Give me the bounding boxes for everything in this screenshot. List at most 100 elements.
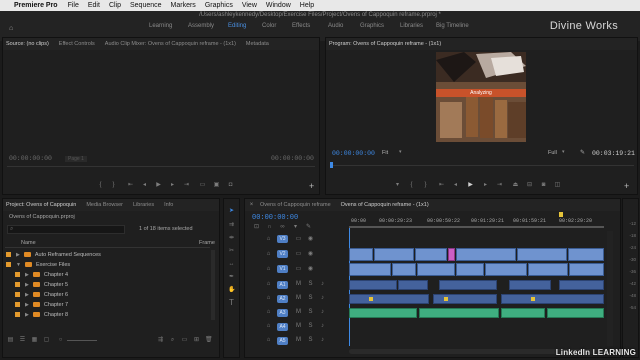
audio-clip[interactable] bbox=[398, 280, 428, 290]
tab-audio-clip-mixer[interactable]: Audio Clip Mixer: Ovens of Cappoquin ref… bbox=[105, 41, 236, 47]
step-back-icon[interactable]: ◂ bbox=[141, 182, 148, 189]
lock-icon[interactable]: ⌂ bbox=[265, 236, 272, 243]
quality-select[interactable]: Full bbox=[548, 150, 557, 156]
sequence-marker[interactable] bbox=[559, 212, 563, 217]
list-item[interactable]: ▶ Auto Reframed Sequences bbox=[6, 250, 211, 259]
audio-clip[interactable] bbox=[509, 280, 551, 290]
solo-icon[interactable]: S bbox=[307, 337, 314, 344]
source-scrub-bar[interactable] bbox=[7, 166, 315, 167]
track-header-v1[interactable]: ⌂ V1 ▭ ◉ bbox=[265, 263, 349, 276]
audio-clip[interactable] bbox=[433, 294, 497, 304]
menu-graphics[interactable]: Graphics bbox=[205, 2, 233, 9]
camera-icon[interactable]: ◙ bbox=[540, 182, 547, 189]
play-icon[interactable]: ▶ bbox=[155, 182, 162, 189]
linked-selection-icon[interactable]: ∞ bbox=[279, 224, 286, 231]
track-header-v3[interactable]: ⌂ V3 ▭ ◉ bbox=[265, 233, 349, 246]
eye-icon[interactable]: ◉ bbox=[307, 236, 314, 243]
workspace-libraries[interactable]: Libraries bbox=[400, 23, 423, 35]
mute-icon[interactable]: M bbox=[295, 295, 302, 302]
track-select-tool-icon[interactable]: ⇉ bbox=[228, 222, 235, 229]
icon-view-icon[interactable]: ▦ bbox=[31, 337, 38, 344]
go-to-out-icon[interactable]: ⇥ bbox=[183, 182, 190, 189]
go-to-in-icon[interactable]: ⇤ bbox=[127, 182, 134, 189]
list-item[interactable]: ▶ Chapter 6 bbox=[6, 290, 211, 299]
video-clip[interactable] bbox=[415, 248, 447, 261]
zoom-slider-icon[interactable]: ○ bbox=[57, 337, 64, 344]
tab-project[interactable]: Project: Ovens of Cappoquin bbox=[6, 202, 76, 208]
menu-clip[interactable]: Clip bbox=[109, 2, 121, 9]
tab-info[interactable]: Info bbox=[164, 202, 173, 208]
workspace-big-timeline[interactable]: Big Timeline bbox=[436, 23, 469, 35]
program-video-frame[interactable]: Analyzing bbox=[436, 52, 526, 142]
timeline-timecode[interactable]: 00:00:00:00 bbox=[252, 214, 298, 222]
video-clip[interactable] bbox=[349, 248, 373, 261]
workspace-graphics[interactable]: Graphics bbox=[360, 23, 384, 35]
tab-sequence-1[interactable]: Ovens of Cappoquin reframe bbox=[260, 202, 331, 208]
go-to-out-icon[interactable]: ⇥ bbox=[496, 182, 503, 189]
expand-arrow-icon[interactable]: ▼ bbox=[16, 262, 21, 268]
track-area[interactable] bbox=[349, 231, 604, 346]
program-timecode-in[interactable]: 00:00:00:00 bbox=[332, 150, 375, 157]
chevron-down-icon[interactable]: ▾ bbox=[562, 149, 565, 155]
track-label[interactable]: A2 bbox=[277, 295, 288, 303]
project-search-input[interactable]: ⌕ bbox=[7, 225, 125, 234]
graphic-clip[interactable] bbox=[448, 248, 455, 261]
expand-arrow-icon[interactable]: ▶ bbox=[25, 272, 29, 278]
selection-tool-icon[interactable]: ➤ bbox=[228, 208, 235, 215]
menu-window[interactable]: Window bbox=[266, 2, 291, 9]
video-clip[interactable] bbox=[456, 248, 516, 261]
tab-libraries[interactable]: Libraries bbox=[133, 202, 154, 208]
sync-lock-icon[interactable]: ▭ bbox=[295, 236, 302, 243]
freeform-view-icon[interactable]: ▢ bbox=[43, 337, 50, 344]
menu-markers[interactable]: Markers bbox=[171, 2, 196, 9]
workspace-learning[interactable]: Learning bbox=[149, 23, 172, 35]
solo-icon[interactable]: S bbox=[307, 295, 314, 302]
video-clip[interactable] bbox=[569, 263, 604, 276]
list-item[interactable]: ▼ Exercise Files bbox=[6, 260, 211, 269]
music-clip[interactable] bbox=[349, 308, 417, 318]
menu-help[interactable]: Help bbox=[300, 2, 314, 9]
track-label[interactable]: A3 bbox=[277, 309, 288, 317]
track-header-a4[interactable]: ⌂ A4 M S ♪ bbox=[265, 321, 349, 333]
source-page-select[interactable]: Page 1 bbox=[65, 156, 87, 162]
video-clip[interactable] bbox=[517, 248, 567, 261]
lift-icon[interactable]: ⏏ bbox=[512, 182, 519, 189]
automate-icon[interactable]: ⇶ bbox=[157, 337, 164, 344]
track-label[interactable]: A1 bbox=[277, 281, 288, 289]
audio-clip[interactable] bbox=[349, 294, 429, 304]
video-clip[interactable] bbox=[349, 263, 391, 276]
eye-icon[interactable]: ◉ bbox=[307, 251, 314, 258]
expand-arrow-icon[interactable]: ▶ bbox=[16, 252, 20, 258]
track-label[interactable]: V3 bbox=[277, 235, 288, 243]
slip-tool-icon[interactable]: ↔ bbox=[228, 261, 235, 268]
menu-edit[interactable]: Edit bbox=[88, 2, 100, 9]
tab-program[interactable]: Program: Ovens of Cappoquin reframe - (1… bbox=[329, 41, 441, 47]
insert-icon[interactable]: ▭ bbox=[199, 182, 206, 189]
zoom-slider[interactable] bbox=[67, 340, 97, 341]
sync-lock-icon[interactable]: ▭ bbox=[295, 251, 302, 258]
play-icon[interactable]: ▶ bbox=[467, 182, 474, 189]
lock-icon[interactable]: ⌂ bbox=[265, 281, 272, 288]
video-clip[interactable] bbox=[374, 248, 414, 261]
tab-source[interactable]: Source: (no clips) bbox=[6, 41, 49, 47]
workspace-assembly[interactable]: Assembly bbox=[188, 23, 214, 35]
music-clip[interactable] bbox=[419, 308, 499, 318]
mute-icon[interactable]: M bbox=[295, 323, 302, 330]
expand-arrow-icon[interactable]: ▶ bbox=[25, 282, 29, 288]
tab-sequence-2[interactable]: Ovens of Cappoquin reframe - (1x1) bbox=[341, 202, 429, 208]
go-to-in-icon[interactable]: ⇤ bbox=[438, 182, 445, 189]
audio-clip[interactable] bbox=[501, 294, 604, 304]
source-timecode-in[interactable]: 00:00:00:00 bbox=[9, 155, 52, 162]
music-clip[interactable] bbox=[547, 308, 604, 318]
comparison-view-icon[interactable]: ◫ bbox=[554, 182, 561, 189]
video-clip[interactable] bbox=[392, 263, 416, 276]
workspace-color[interactable]: Color bbox=[262, 23, 276, 35]
mic-icon[interactable]: ♪ bbox=[319, 337, 326, 344]
program-timecode-out[interactable]: 00:03:19:21 bbox=[592, 150, 635, 157]
razor-tool-icon[interactable]: ✂ bbox=[228, 248, 235, 255]
lock-icon[interactable]: ⌂ bbox=[265, 295, 272, 302]
mic-icon[interactable]: ♪ bbox=[319, 281, 326, 288]
list-item[interactable]: ▶ Chapter 7 bbox=[6, 300, 211, 309]
program-add-button[interactable]: + bbox=[624, 181, 629, 191]
column-frame[interactable]: Frame bbox=[199, 240, 215, 246]
